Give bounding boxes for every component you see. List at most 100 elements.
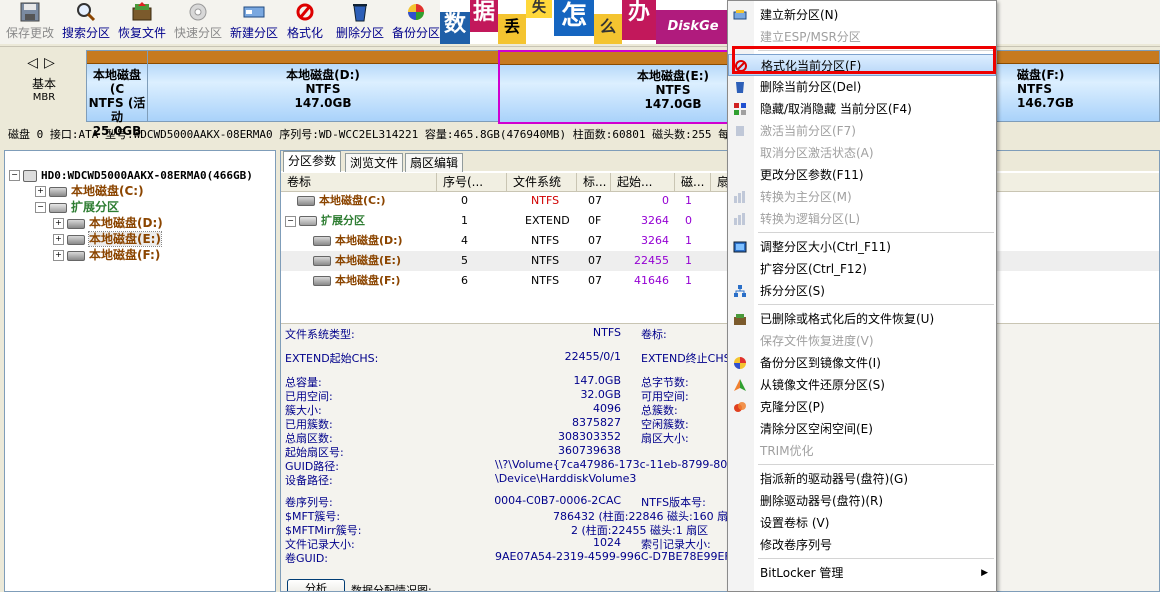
- menu-item-22[interactable]: 设置卷标 (V): [728, 512, 996, 534]
- table-header: 卷标 序号(... 文件系统 标... 起始... 磁... 扇: [281, 173, 1159, 192]
- col-header-label[interactable]: 卷标: [281, 173, 437, 191]
- menu-item-19[interactable]: TRIM优化: [728, 440, 996, 462]
- format-button[interactable]: 格式化: [282, 0, 328, 44]
- menu-item-17[interactable]: 克隆分区(P): [728, 396, 996, 418]
- menu-separator: [758, 464, 994, 465]
- quick-partition-icon: [189, 3, 207, 21]
- menu-item-16[interactable]: 从镜像文件还原分区(S): [728, 374, 996, 396]
- menu-item-0[interactable]: 建立新分区(N): [728, 4, 996, 26]
- menu-separator: [758, 232, 994, 233]
- partition-properties: 文件系统类型: NTFS 卷标: EXTEND起始CHS: 22455/0/1 …: [281, 323, 1159, 592]
- menu-item-7[interactable]: 更改分区参数(F11): [728, 164, 996, 186]
- disk-type-label: 基本: [31, 77, 56, 91]
- menu-item-1[interactable]: 建立ESP/MSR分区: [728, 26, 996, 48]
- col-header-start[interactable]: 起始...: [611, 173, 675, 191]
- banner-ad[interactable]: 数 据 丢 失 怎 么 办 DiskGe: [440, 0, 730, 44]
- menu-item-18[interactable]: 清除分区空闲空间(E): [728, 418, 996, 440]
- analyze-button[interactable]: 分析: [287, 579, 345, 591]
- tree-root-disk[interactable]: − HD0:WDCWD5000AAKX-08ERMA0(466GB): [9, 167, 253, 183]
- col-header-fs[interactable]: 文件系统: [507, 173, 577, 191]
- save-icon: [20, 2, 40, 22]
- backup-partition-button[interactable]: 备份分区: [388, 0, 444, 44]
- disk-scheme-label: MBR: [32, 92, 56, 103]
- menu-item-21[interactable]: 删除驱动器号(盘符)(R): [728, 490, 996, 512]
- expand-icon[interactable]: +: [53, 218, 64, 229]
- partition-detail-pane: 分区参数 浏览文件 扇区编辑 卷标 序号(... 文件系统 标... 起始...…: [280, 150, 1160, 592]
- collapse-icon[interactable]: −: [35, 202, 46, 213]
- delete-icon: [736, 82, 744, 93]
- search-partition-button[interactable]: 搜索分区: [58, 0, 114, 44]
- drive-icon: [313, 276, 331, 286]
- menu-item-24[interactable]: BitLocker 管理 ▶: [728, 562, 996, 584]
- disk-nav: ◁▷ 基本 MBR: [4, 55, 84, 103]
- col-header-head[interactable]: 磁...: [675, 173, 711, 191]
- expand-icon[interactable]: +: [53, 234, 64, 245]
- table-row[interactable]: 本地磁盘(C:) 0 NTFS 07 0 1: [281, 191, 1159, 211]
- disk-partition-d[interactable]: 本地磁盘(D:) NTFS 147.0GB: [147, 50, 499, 122]
- recover-icon: [132, 2, 152, 21]
- collapse-icon[interactable]: −: [9, 170, 20, 181]
- col-header-flag[interactable]: 标...: [577, 173, 611, 191]
- tab-bar: 分区参数 浏览文件 扇区编辑: [281, 151, 1159, 172]
- hide-icon: [734, 103, 746, 115]
- menu-item-4[interactable]: 隐藏/取消隐藏 当前分区(F4): [728, 98, 996, 120]
- disk-partition-c[interactable]: 本地磁盘(C NTFS (活动 25.0GB: [86, 50, 148, 138]
- new-partition-button[interactable]: 新建分区: [226, 0, 282, 44]
- disk-nav-arrows[interactable]: ◁▷: [4, 55, 84, 71]
- clone-icon: [734, 402, 746, 412]
- drive-icon: [67, 218, 85, 229]
- context-menu: 建立新分区(N) 建立ESP/MSR分区 格式化当前分区(F) 删除当前分区(Del)…: [727, 0, 997, 592]
- format-icon: [296, 3, 314, 21]
- recover-files-button[interactable]: 恢复文件: [114, 0, 170, 44]
- quick-partition-button[interactable]: 快速分区: [170, 0, 226, 44]
- extended-partition-icon: [299, 216, 317, 226]
- menu-item-5[interactable]: 激活当前分区(F7): [728, 120, 996, 142]
- menu-separator: [758, 558, 994, 559]
- convert-logical-icon: [734, 213, 745, 225]
- backup-icon: [734, 357, 746, 369]
- menu-item-9[interactable]: 转换为逻辑分区(L): [728, 208, 996, 230]
- tab-partition-params[interactable]: 分区参数: [283, 151, 342, 172]
- extended-partition-icon: [49, 202, 67, 213]
- menu-item-12[interactable]: 拆分分区(S): [728, 280, 996, 302]
- menu-item-14[interactable]: 保存文件恢复进度(V): [728, 330, 996, 352]
- tree-item-e[interactable]: + 本地磁盘(E:): [53, 231, 162, 247]
- resize-icon: [733, 241, 747, 253]
- table-row[interactable]: 本地磁盘(F:) 6 NTFS 07 41646 1: [281, 271, 1159, 291]
- recover-icon: [734, 314, 746, 325]
- drive-icon: [49, 186, 67, 197]
- convert-primary-icon: [734, 191, 745, 203]
- menu-item-3[interactable]: 删除当前分区(Del): [728, 76, 996, 98]
- tree-item-extended[interactable]: − 扩展分区: [35, 199, 119, 215]
- expand-icon[interactable]: +: [35, 186, 46, 197]
- save-changes-button[interactable]: 保存更改: [2, 0, 58, 44]
- table-row[interactable]: − 扩展分区 1 EXTEND 0F 3264 0: [281, 211, 1159, 231]
- tree-item-c[interactable]: + 本地磁盘(C:): [35, 183, 144, 199]
- menu-item-20[interactable]: 指派新的驱动器号(盘符)(G): [728, 468, 996, 490]
- menu-item-11[interactable]: 扩容分区(Ctrl_F12): [728, 258, 996, 280]
- menu-item-13[interactable]: 已删除或格式化后的文件恢复(U): [728, 308, 996, 330]
- restore-icon: [734, 379, 746, 391]
- menu-item-15[interactable]: 备份分区到镜像文件(I): [728, 352, 996, 374]
- table-row[interactable]: 本地磁盘(D:) 4 NTFS 07 3264 1: [281, 231, 1159, 251]
- new-partition-icon: [243, 6, 265, 18]
- disk-icon: [23, 169, 37, 182]
- delete-icon: [353, 4, 367, 22]
- expand-icon[interactable]: +: [53, 250, 64, 261]
- table-row-selected[interactable]: 本地磁盘(E:) 5 NTFS 07 22455 1: [281, 251, 1159, 271]
- tab-browse-files[interactable]: 浏览文件: [345, 153, 404, 172]
- new-partition-icon: [733, 10, 747, 20]
- menu-item-6[interactable]: 取消分区激活状态(A): [728, 142, 996, 164]
- search-icon: [77, 3, 96, 22]
- delete-partition-button[interactable]: 删除分区: [332, 0, 388, 44]
- menu-item-8[interactable]: 转换为主分区(M): [728, 186, 996, 208]
- collapse-icon[interactable]: −: [285, 215, 296, 227]
- tree-item-d[interactable]: + 本地磁盘(D:): [53, 215, 163, 231]
- menu-item-10[interactable]: 调整分区大小(Ctrl_F11): [728, 236, 996, 258]
- tree-item-f[interactable]: + 本地磁盘(F:): [53, 247, 160, 263]
- col-header-num[interactable]: 序号(...: [437, 173, 507, 191]
- banner-tile: 么: [594, 14, 622, 44]
- tab-sector-edit[interactable]: 扇区编辑: [405, 153, 464, 172]
- allocation-map-caption: 数据分配情况图:: [351, 584, 432, 592]
- menu-item-23[interactable]: 修改卷序列号: [728, 534, 996, 556]
